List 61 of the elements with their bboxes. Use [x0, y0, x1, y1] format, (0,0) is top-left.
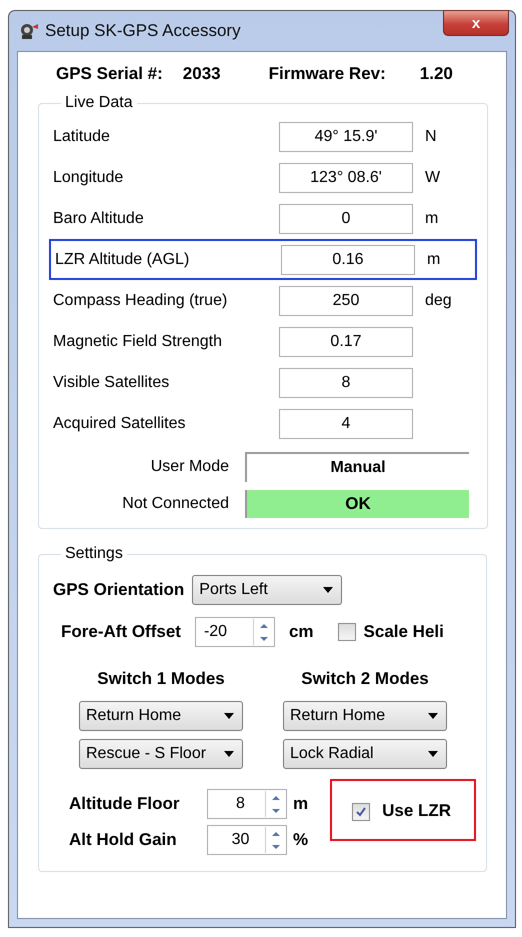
checkbox-label: Scale Heli: [364, 622, 444, 642]
dropdown-arrow-icon: [428, 751, 438, 757]
field-label: Visible Satellites: [53, 374, 170, 392]
checkbox[interactable]: [338, 623, 356, 641]
serial-value: 2033: [182, 64, 221, 84]
status-field: OK: [245, 490, 469, 518]
serial-label: GPS Serial #:: [56, 64, 163, 84]
close-button[interactable]: x: [443, 10, 509, 36]
mode-dropdown[interactable]: Lock Radial: [283, 739, 447, 769]
dropdown-arrow-icon: [224, 751, 234, 757]
mode-dropdown[interactable]: Return Home: [79, 701, 243, 731]
field-label: Magnetic Field Strength: [53, 332, 223, 350]
altitude-floor-spinner[interactable]: 8: [207, 789, 287, 819]
value-field: 0.17: [279, 326, 413, 356]
offset-label: Fore-Aft Offset: [61, 622, 181, 642]
mode-dropdown[interactable]: Return Home: [283, 701, 447, 731]
field-label: Acquired Satellites: [53, 414, 187, 432]
hold-gain-spinner[interactable]: 30: [207, 825, 287, 855]
group-title: Live Data: [64, 94, 134, 112]
firmware-value: 1.20: [420, 64, 453, 84]
value-field: 49° 15.9': [279, 122, 413, 152]
field-label: Longitude: [53, 168, 124, 186]
field-label: LZR Altitude (AGL): [55, 250, 190, 268]
checkbox-label: Use LZR: [382, 801, 452, 821]
hold-gain-label: Alt Hold Gain: [69, 830, 178, 850]
camera-icon: [19, 22, 39, 40]
firmware-label: Firmware Rev:: [268, 64, 386, 84]
unit-label: m: [427, 250, 440, 268]
value-field: 4: [279, 408, 413, 438]
column-title: Switch 2 Modes: [301, 669, 429, 689]
offset-spinner[interactable]: -20: [194, 617, 275, 647]
dropdown-arrow-icon: [224, 713, 234, 719]
checkbox[interactable]: [352, 803, 370, 821]
value-field: 0.16: [281, 244, 415, 274]
window-title: Setup SK-GPS Accessory: [45, 21, 241, 41]
altitude-floor-label: Altitude Floor: [69, 794, 180, 814]
unit-label: N: [425, 128, 437, 146]
unit-label: deg: [425, 292, 452, 310]
unit-label: %: [293, 830, 308, 850]
user-mode-label: User Mode: [150, 458, 229, 476]
orientation-label: GPS Orientation: [53, 580, 184, 600]
user-mode-field: Manual: [245, 452, 469, 482]
check-icon: [355, 806, 368, 818]
value-field: 250: [279, 286, 413, 316]
value-field: 123° 08.6': [279, 162, 413, 192]
field-label: Compass Heading (true): [53, 292, 228, 310]
dropdown-arrow-icon: [428, 713, 438, 719]
unit-label: W: [425, 168, 440, 186]
column-title: Switch 1 Modes: [97, 669, 225, 689]
field-label: Latitude: [53, 128, 111, 146]
mode-dropdown[interactable]: Rescue - S Floor: [79, 739, 243, 769]
connection-label: Not Connected: [121, 495, 229, 513]
orientation-dropdown[interactable]: Ports Left: [192, 575, 342, 605]
unit-label: cm: [288, 622, 314, 642]
value-field: 8: [279, 368, 413, 398]
field-label: Baro Altitude: [53, 210, 145, 228]
unit-label: m: [293, 794, 308, 814]
group-title: Settings: [64, 545, 124, 563]
value-field: 0: [279, 204, 413, 234]
unit-label: m: [425, 210, 438, 228]
dropdown-arrow-icon: [323, 587, 334, 593]
